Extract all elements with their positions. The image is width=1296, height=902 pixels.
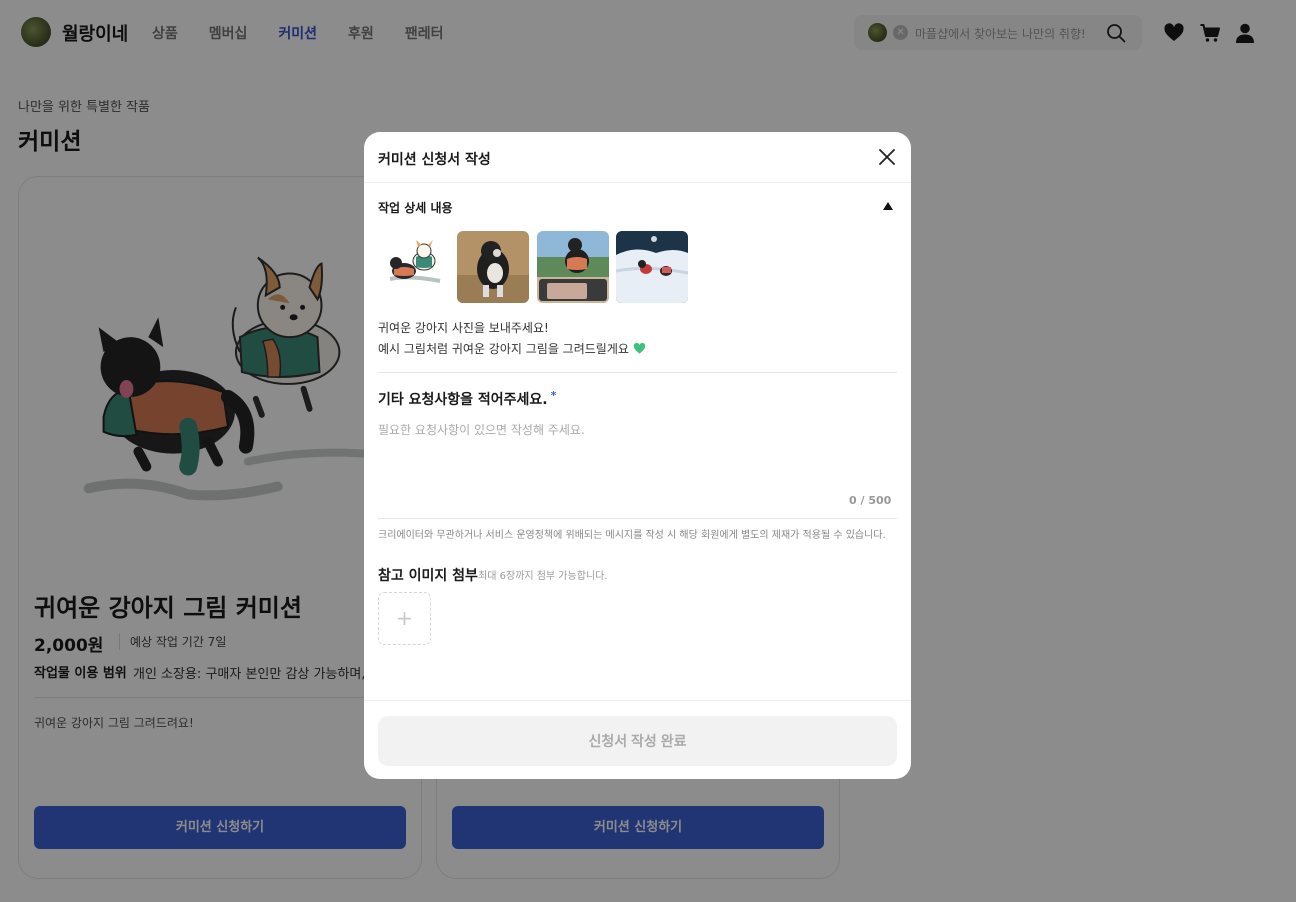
- green-heart-icon: [633, 342, 646, 354]
- description-line-1: 귀여운 강아지 사진을 보내주세요!: [378, 321, 549, 335]
- section-divider: [378, 372, 897, 373]
- close-icon[interactable]: [876, 146, 898, 168]
- collapse-triangle-icon[interactable]: [882, 200, 894, 212]
- request-label: 기타 요청사항을 적어주세요. *: [378, 389, 556, 409]
- attach-hint: 최대 6장까지 첨부 가능합니다.: [478, 571, 608, 582]
- character-counter: 0 / 500: [849, 494, 892, 507]
- modal-header-divider: [364, 182, 911, 183]
- policy-notice: 크리에이터와 무관하거나 서비스 운영정책에 위배되는 메시지를 작성 시 해당…: [378, 530, 886, 541]
- modal-title: 커미션 신청서 작성: [378, 152, 491, 168]
- section-title-details: 작업 상세 내용: [378, 201, 453, 215]
- sample-image-4[interactable]: [616, 231, 688, 303]
- attach-label: 참고 이미지 첨부: [378, 568, 478, 584]
- description-line-2-text: 예시 그림처럼 귀여운 강아지 그림을 그려드릴게요: [378, 342, 629, 356]
- submit-form-button[interactable]: 신청서 작성 완료: [378, 716, 897, 766]
- request-textarea[interactable]: [378, 421, 883, 491]
- sample-image-3[interactable]: [537, 231, 609, 303]
- modal-footer-divider: [364, 700, 911, 701]
- textarea-divider: [378, 518, 897, 519]
- required-mark: *: [550, 389, 557, 402]
- sample-image-2[interactable]: [457, 231, 529, 303]
- sample-image-1[interactable]: [378, 231, 450, 303]
- description-line-2: 예시 그림처럼 귀여운 강아지 그림을 그려드릴게요: [378, 340, 646, 357]
- add-image-button[interactable]: +: [378, 592, 431, 645]
- request-label-text: 기타 요청사항을 적어주세요.: [378, 392, 548, 408]
- commission-form-modal: 커미션 신청서 작성 작업 상세 내용 귀여운 강아지 사진을 보내주세요! 예…: [364, 132, 911, 779]
